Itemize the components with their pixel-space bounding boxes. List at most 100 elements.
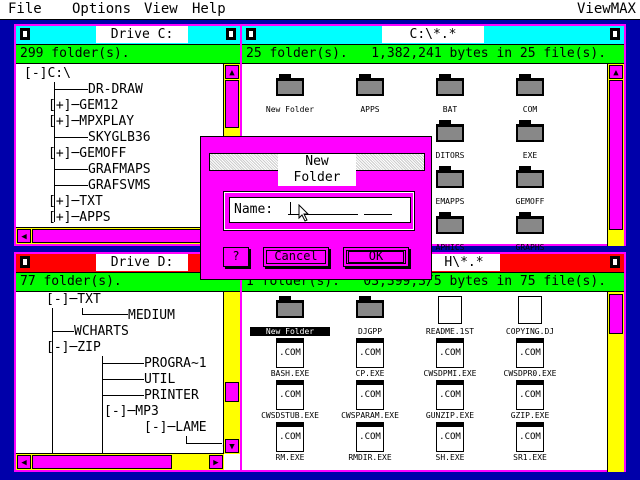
file-item[interactable]: GRAPHS <box>490 210 570 252</box>
maximize-button[interactable] <box>610 256 620 268</box>
tree-item[interactable]: PRINTER <box>144 388 199 404</box>
vertical-scrollbar[interactable]: ▲ <box>607 64 624 246</box>
scroll-left-icon[interactable]: ◀ <box>17 229 31 243</box>
file-item[interactable]: New Folder <box>250 72 330 114</box>
help-button[interactable]: ? <box>223 247 249 267</box>
file-item[interactable]: .COM SH.EXE <box>410 420 490 462</box>
tree-item[interactable]: PROGRA~1 <box>144 356 207 372</box>
file-item[interactable]: APPS <box>330 72 410 114</box>
scroll-left-icon[interactable]: ◀ <box>17 455 31 469</box>
executable-icon: .COM <box>436 422 464 452</box>
file-item[interactable]: .COM BASH.EXE <box>250 336 330 378</box>
tree-item[interactable]: [+]─GEM12 <box>48 98 118 114</box>
scroll-up-icon[interactable]: ▲ <box>609 65 623 79</box>
tree-item[interactable]: UTIL <box>144 372 175 388</box>
folder-icon <box>276 296 304 318</box>
scroll-right-icon[interactable]: ▶ <box>209 455 223 469</box>
file-label: GUNZIP.EXE <box>425 411 475 420</box>
tree-item[interactable]: [-]─MP3 <box>104 404 159 420</box>
tree-item[interactable]: [+]─APPS <box>48 210 111 226</box>
menu-view[interactable]: View <box>144 1 178 17</box>
file-item[interactable]: GEMOFF <box>490 164 570 206</box>
file-label: CWSDPR0.EXE <box>503 369 557 378</box>
document-icon <box>438 296 462 324</box>
window-status: 25 folder(s). 1,382,241 bytes in 25 file… <box>242 45 624 64</box>
tree-item[interactable]: MEDIUM <box>128 308 175 324</box>
name-input[interactable]: Name: <box>229 197 411 223</box>
scroll-thumb[interactable] <box>32 455 172 469</box>
tree-item[interactable]: WCHARTS <box>74 324 129 340</box>
file-item[interactable]: .COM CWSPARAM.EXE <box>330 378 410 420</box>
horizontal-scrollbar[interactable]: ◀ ▶ <box>16 227 224 244</box>
tree-item[interactable]: GRAFMAPS <box>88 162 151 178</box>
file-item[interactable]: .COM RM.EXE <box>250 420 330 462</box>
horizontal-scrollbar[interactable]: ◀ ▶ <box>16 453 224 470</box>
file-item[interactable]: DJGPP <box>330 294 410 336</box>
scroll-thumb[interactable] <box>609 294 623 334</box>
file-label: BAT <box>442 105 458 114</box>
tree-item[interactable]: [+]─GEMOFF <box>48 146 126 162</box>
ok-button[interactable]: OK <box>343 247 409 267</box>
file-item[interactable]: .COM SR1.EXE <box>490 420 570 462</box>
scroll-up-icon[interactable]: ▲ <box>225 65 239 79</box>
mouse-pointer-icon <box>298 204 310 222</box>
file-item[interactable]: .COM CWSDPMI.EXE <box>410 336 490 378</box>
tree-item[interactable]: SKYGLB36 <box>88 130 151 146</box>
dialog-title: New Folder <box>278 154 356 186</box>
scroll-down-icon[interactable]: ▼ <box>225 439 239 453</box>
scroll-thumb[interactable] <box>225 80 239 128</box>
tree-item[interactable]: [-]C:\ <box>24 66 71 82</box>
scroll-thumb[interactable] <box>32 229 202 243</box>
file-item[interactable]: .COM GUNZIP.EXE <box>410 378 490 420</box>
close-button[interactable] <box>246 28 256 40</box>
folder-icon <box>516 74 544 96</box>
tree-item[interactable]: [-]─TXT <box>46 292 101 308</box>
dialog-title-bar[interactable]: New Folder <box>209 153 425 186</box>
new-folder-dialog: New Folder Name: ? Cancel OK <box>200 136 432 280</box>
folder-icon <box>276 74 304 96</box>
scroll-thumb[interactable] <box>609 80 623 230</box>
window-title: Drive D: <box>96 254 188 271</box>
scroll-thumb[interactable] <box>225 382 239 402</box>
executable-icon: .COM <box>276 380 304 410</box>
close-button[interactable] <box>20 28 30 40</box>
file-item[interactable]: .COM CWSDPR0.EXE <box>490 336 570 378</box>
vertical-scrollbar[interactable]: ▼ <box>223 292 240 454</box>
cancel-button[interactable]: Cancel <box>263 247 329 267</box>
file-label: APPS <box>360 105 380 114</box>
name-field-group: Name: <box>223 191 415 231</box>
window-title-bar[interactable]: Drive C: <box>16 26 240 45</box>
menu-file[interactable]: File <box>8 1 42 17</box>
file-item[interactable]: .COM GZIP.EXE <box>490 378 570 420</box>
tree-item[interactable]: GRAFSVMS <box>88 178 151 194</box>
close-button[interactable] <box>20 256 30 268</box>
window-title-bar[interactable]: C:\*.* <box>242 26 624 45</box>
tree-item[interactable]: [-]─LAME <box>144 420 207 436</box>
executable-icon: .COM <box>436 380 464 410</box>
file-item[interactable]: COPYING.DJ <box>490 294 570 336</box>
executable-icon: .COM <box>356 380 384 410</box>
maximize-button[interactable] <box>226 28 236 40</box>
tree-item[interactable]: [-]─ZIP <box>46 340 101 356</box>
app-name: ViewMAX <box>576 1 636 17</box>
file-item[interactable]: COM <box>490 72 570 114</box>
tree-item[interactable]: [+]─TXT <box>48 194 103 210</box>
file-item[interactable]: New Folder <box>250 294 330 336</box>
file-label: SH.EXE <box>435 453 465 462</box>
file-item[interactable]: EXE <box>490 118 570 160</box>
file-label: GZIP.EXE <box>510 411 550 420</box>
file-item[interactable]: BAT <box>410 72 490 114</box>
file-item[interactable]: README.1ST <box>410 294 490 336</box>
file-item[interactable]: .COM CP.EXE <box>330 336 410 378</box>
vertical-scrollbar[interactable] <box>607 292 624 472</box>
file-label: CWSDPMI.EXE <box>423 369 477 378</box>
menu-help[interactable]: Help <box>192 1 226 17</box>
file-label: DJGPP <box>357 327 383 336</box>
menu-options[interactable]: Options <box>72 1 131 17</box>
file-item[interactable]: .COM CWSDSTUB.EXE <box>250 378 330 420</box>
file-item[interactable]: .COM RMDIR.EXE <box>330 420 410 462</box>
tree-item[interactable]: DR-DRAW <box>88 82 143 98</box>
maximize-button[interactable] <box>610 28 620 40</box>
executable-icon: .COM <box>516 380 544 410</box>
tree-item[interactable]: [+]─MPXPLAY <box>48 114 134 130</box>
